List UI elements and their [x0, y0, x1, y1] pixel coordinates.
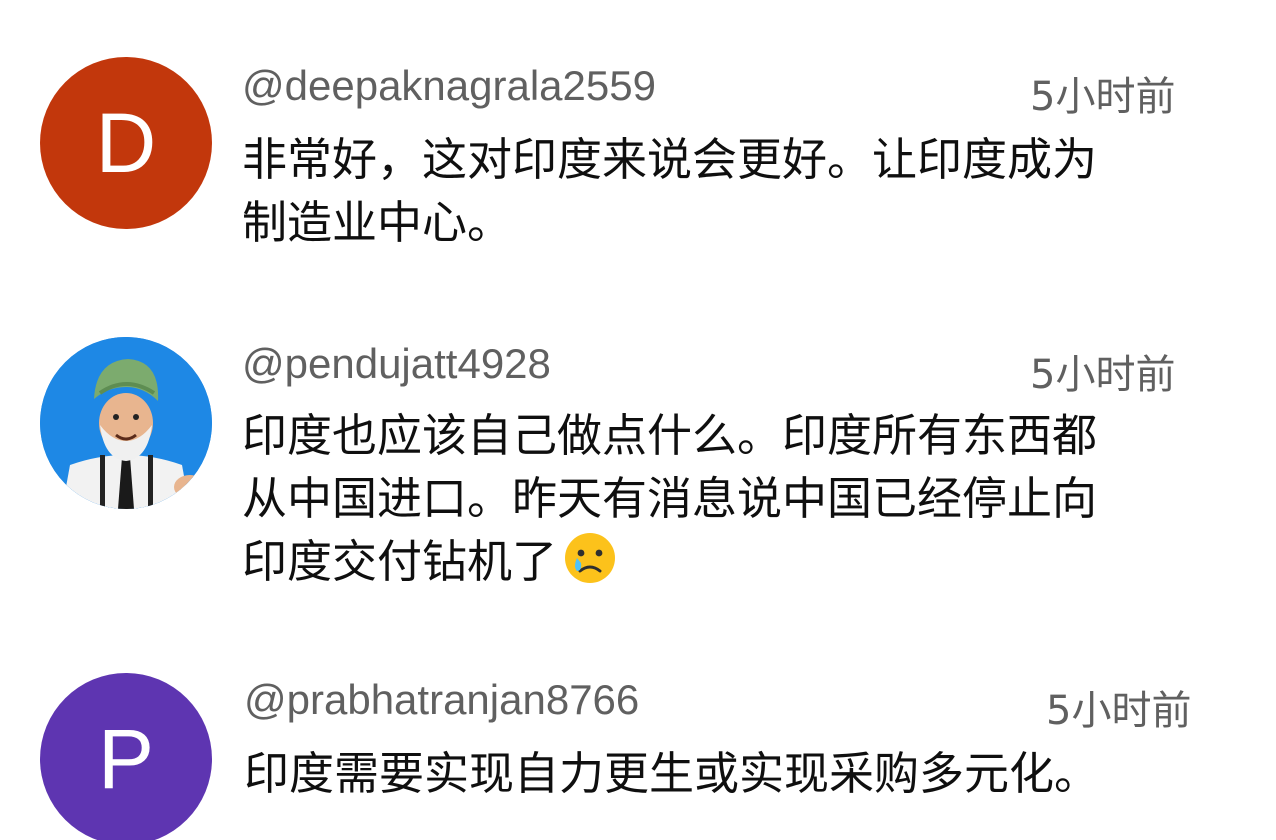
comment-timestamp: 5小时前 [1030, 74, 1176, 120]
avatar[interactable]: D [40, 57, 212, 229]
avatar[interactable]: P [40, 673, 212, 840]
comment-line: 非常好，这对印度来说会更好。让印度成为 [242, 133, 1098, 186]
comment-text: 印度需要实现自力更生或实现采购多元化。 [244, 742, 1204, 805]
comment-line: 印度也应该自己做点什么。印度所有东西都 [242, 409, 1098, 462]
comment-author[interactable]: @pendujatt4928 [242, 340, 551, 388]
avatar-letter: P [97, 711, 155, 806]
comment-line: 印度交付钻机了 [242, 530, 1202, 601]
comment-text: 非常好，这对印度来说会更好。让印度成为 制造业中心。 [242, 128, 1202, 254]
comment-line: 印度需要实现自力更生或实现采购多元化。 [244, 747, 1100, 800]
comment-line-text: 印度交付钻机了 [242, 535, 558, 588]
comment-text: 印度也应该自己做点什么。印度所有东西都 从中国进口。昨天有消息说中国已经停止向 … [242, 404, 1202, 601]
avatar-letter: D [95, 95, 157, 190]
comment-author[interactable]: @prabhatranjan8766 [244, 676, 639, 724]
cartoon-turbaned-man-avatar [40, 337, 212, 509]
comment-line: 制造业中心。 [242, 196, 513, 249]
comment-timestamp: 5小时前 [1046, 688, 1192, 734]
crying-face-icon [563, 531, 617, 601]
comment-timestamp: 5小时前 [1030, 352, 1176, 398]
avatar[interactable] [40, 337, 212, 509]
comment-list: D @deepaknagrala2559 5小时前 非常好，这对印度来说会更好。… [0, 0, 1276, 840]
comment-author[interactable]: @deepaknagrala2559 [242, 62, 656, 110]
comment-line: 从中国进口。昨天有消息说中国已经停止向 [242, 472, 1098, 525]
